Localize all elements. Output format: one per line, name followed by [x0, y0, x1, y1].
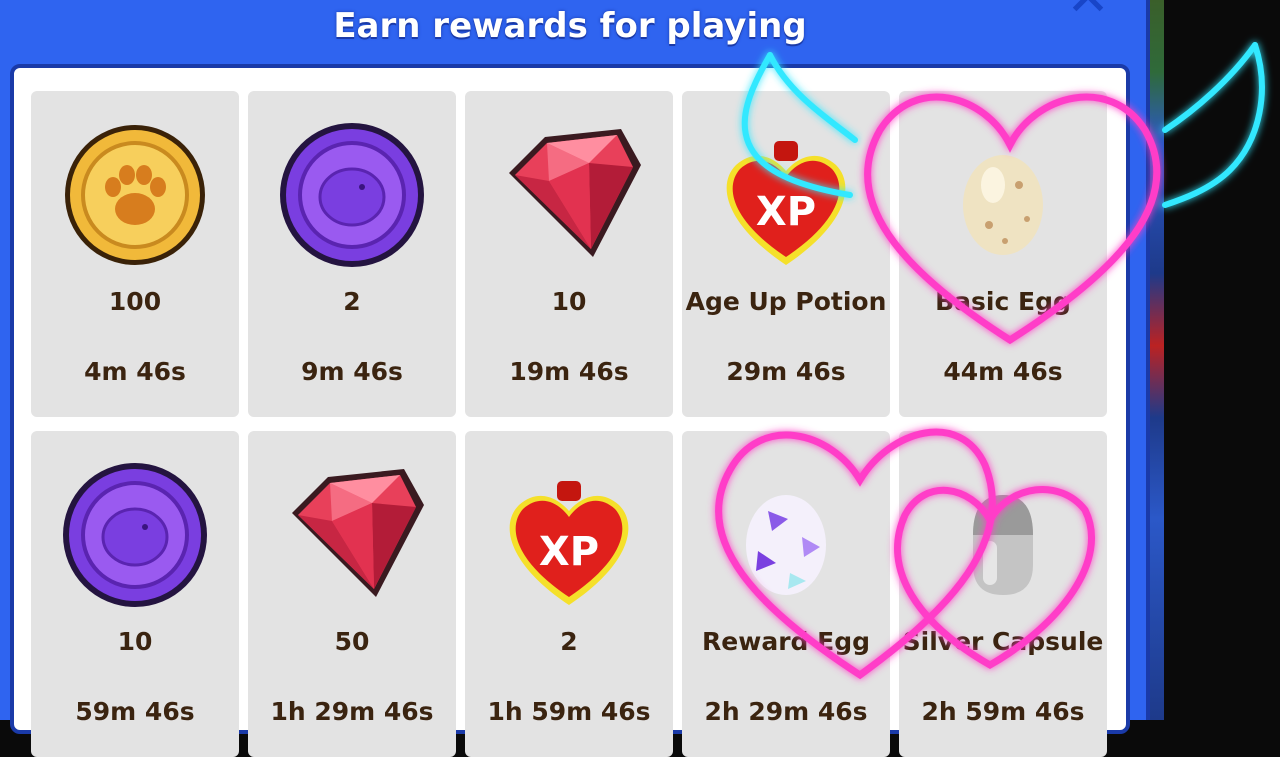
- reward-card-1[interactable]: 100 4m 46s: [31, 91, 239, 417]
- reward-label: 2: [560, 627, 578, 656]
- reward-label: Basic Egg: [935, 287, 1071, 316]
- xp-potion-icon: XP: [509, 481, 629, 605]
- ruby-gem-icon: [292, 469, 424, 597]
- reward-timer: 2h 29m 46s: [704, 697, 868, 726]
- reward-label: Silver Capsule: [902, 627, 1104, 656]
- rewards-window: Earn rewards for playing ✕ 100 4m 46s: [0, 0, 1150, 757]
- reward-card-7[interactable]: 50 1h 29m 46s: [248, 431, 456, 757]
- reward-timer: 9m 46s: [301, 357, 403, 386]
- basic-egg-icon: [963, 155, 1043, 255]
- svg-text:XP: XP: [539, 529, 599, 575]
- window-title: Earn rewards for playing: [333, 6, 807, 46]
- reward-card-9[interactable]: Reward Egg 2h 29m 46s: [682, 431, 890, 757]
- reward-label: Reward Egg: [702, 627, 870, 656]
- reward-timer: 1h 29m 46s: [270, 697, 434, 726]
- reward-timer: 59m 46s: [75, 697, 195, 726]
- paw-coin-icon: [65, 125, 205, 265]
- reward-label: 100: [108, 287, 162, 316]
- neon-wing-icon: [1162, 42, 1258, 133]
- reward-label: 10: [551, 287, 587, 316]
- reward-card-6[interactable]: 10 59m 46s: [31, 431, 239, 757]
- rewards-grid: 100 4m 46s 2 9m 46s 10 19m 46s XP Age Up…: [10, 64, 1130, 757]
- svg-text:XP: XP: [756, 189, 816, 235]
- silver-capsule-icon: [973, 495, 1033, 595]
- reward-timer: 44m 46s: [943, 357, 1063, 386]
- reward-card-5[interactable]: Basic Egg 44m 46s: [899, 91, 1107, 417]
- purple-chick-coin-icon: [63, 463, 207, 607]
- reward-timer: 2h 59m 46s: [921, 697, 1085, 726]
- reward-card-10[interactable]: Silver Capsule 2h 59m 46s: [899, 431, 1107, 757]
- reward-egg-icon: [746, 495, 826, 595]
- reward-timer: 4m 46s: [84, 357, 186, 386]
- reward-timer: 19m 46s: [509, 357, 629, 386]
- ruby-gem-icon: [509, 129, 641, 257]
- reward-label: Age Up Potion: [685, 287, 887, 316]
- reward-card-4[interactable]: XP Age Up Potion 29m 46s: [682, 91, 890, 417]
- reward-label: 10: [117, 627, 153, 656]
- reward-card-8[interactable]: XP 2 1h 59m 46s: [465, 431, 673, 757]
- neon-wing-icon: [1162, 42, 1265, 208]
- reward-timer: 29m 46s: [726, 357, 846, 386]
- reward-label: 2: [343, 287, 361, 316]
- reward-label: 50: [334, 627, 370, 656]
- reward-card-3[interactable]: 10 19m 46s: [465, 91, 673, 417]
- reward-card-2[interactable]: 2 9m 46s: [248, 91, 456, 417]
- reward-timer: 1h 59m 46s: [487, 697, 651, 726]
- background-game-strip: [1150, 0, 1164, 720]
- xp-potion-icon: XP: [726, 141, 846, 265]
- close-button[interactable]: ✕: [1052, 0, 1124, 24]
- purple-chick-coin-icon: [280, 123, 424, 267]
